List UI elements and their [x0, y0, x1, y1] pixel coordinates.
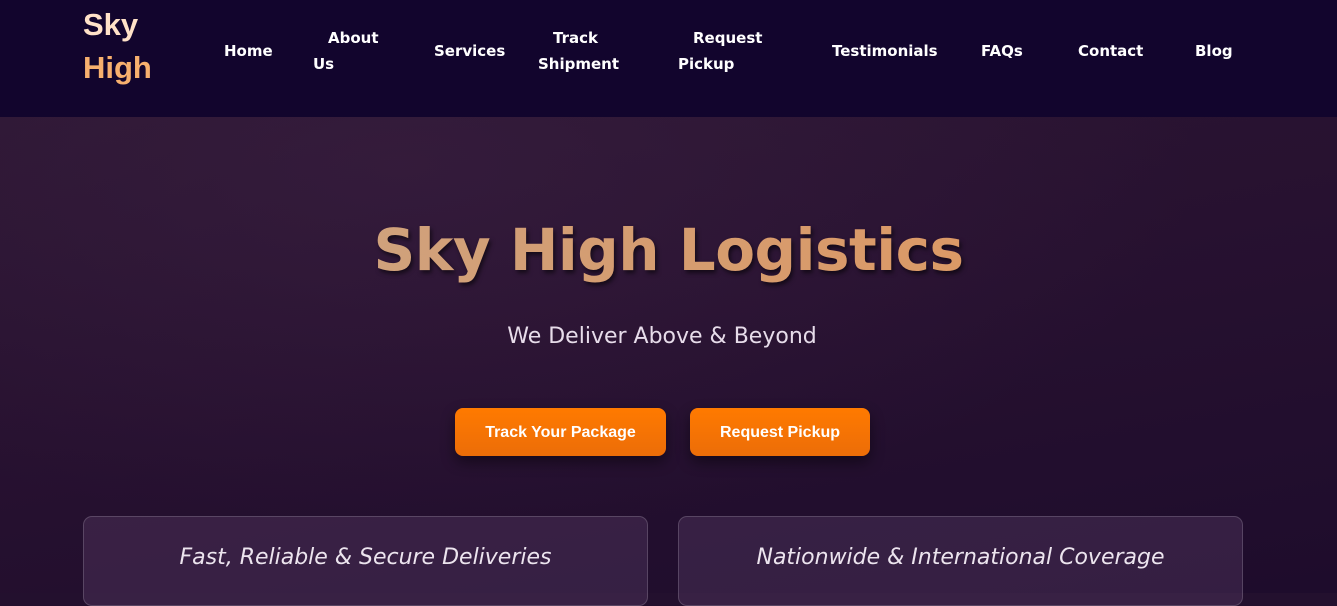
nav-link-track-shipment-line2: Shipment: [538, 55, 620, 73]
nav-link-testimonials[interactable]: Testimonials: [832, 38, 938, 64]
nav-link-request-pickup-line2: Pickup: [678, 55, 735, 73]
hero-section: Sky High Logistics We Deliver Above & Be…: [0, 117, 1337, 606]
brand-logo[interactable]: Sky High: [83, 3, 173, 89]
nav-link-request-pickup-line1: Request: [693, 29, 763, 47]
nav-link-contact[interactable]: Contact: [1078, 38, 1143, 64]
request-pickup-button[interactable]: Request Pickup: [690, 408, 870, 456]
navbar: Sky High Home About Us Services Track Sh…: [0, 0, 1337, 117]
nav-link-blog[interactable]: Blog: [1195, 38, 1233, 64]
nav-link-about-us-line1: About: [328, 29, 379, 47]
feature-card-text: Nationwide & International Coverage: [756, 545, 1165, 570]
feature-card-text: Fast, Reliable & Secure Deliveries: [179, 545, 552, 570]
nav-link-home[interactable]: Home: [224, 38, 273, 64]
hero-subtitle: We Deliver Above & Beyond: [507, 324, 817, 349]
nav-link-track-shipment-line1: Track: [553, 29, 598, 47]
nav-link-track-shipment[interactable]: Track Shipment: [538, 25, 619, 77]
nav-link-about-us[interactable]: About Us: [313, 25, 379, 77]
brand-logo-line1: Sky: [83, 7, 139, 42]
nav-link-request-pickup[interactable]: Request Pickup: [678, 25, 762, 77]
brand-logo-line2: High: [83, 50, 152, 85]
nav-link-about-us-line2: Us: [313, 55, 335, 73]
track-package-button[interactable]: Track Your Package: [455, 408, 666, 456]
nav-link-faqs[interactable]: FAQs: [981, 38, 1023, 64]
nav-link-services[interactable]: Services: [434, 38, 505, 64]
hero-title: Sky High Logistics: [0, 215, 1337, 285]
